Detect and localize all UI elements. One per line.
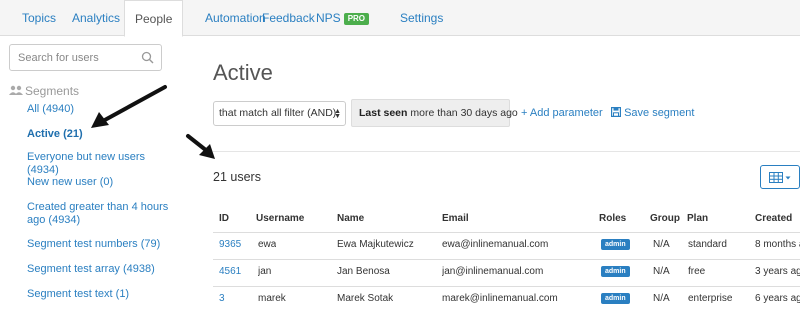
segment-created-greater[interactable]: Created greater than 4 hours ago (4934) xyxy=(27,201,177,227)
segments-heading: Segments xyxy=(9,84,79,98)
created-cell: 8 months ago xyxy=(755,239,800,250)
filter-mode-select[interactable]: that match all filter (AND) ▲ ▼ xyxy=(213,101,346,126)
role-badge: admin xyxy=(601,266,630,277)
add-parameter-label: Add parameter xyxy=(529,107,603,119)
tab-analytics[interactable]: Analytics xyxy=(72,0,120,36)
filter-parameter-chip[interactable]: Last seen more than 30 days ago xyxy=(351,99,518,127)
search-icon[interactable] xyxy=(141,51,154,64)
page-title: Active xyxy=(213,60,273,85)
email-cell: ewa@inlinemanual.com xyxy=(442,239,549,250)
group-cell: N/A xyxy=(653,293,670,304)
email-cell: marek@inlinemanual.com xyxy=(442,293,558,304)
user-id-link[interactable]: 3 xyxy=(219,287,225,311)
name-cell: Jan Benosa xyxy=(337,266,390,277)
user-search-box xyxy=(9,44,162,71)
select-caret-icon: ▲ ▼ xyxy=(334,108,341,120)
segments-heading-label: Segments xyxy=(25,84,80,98)
roles-cell: admin xyxy=(601,260,630,284)
table-row: 9365 ewa Ewa Majkutewicz ewa@inlinemanua… xyxy=(213,232,800,256)
user-id-link[interactable]: 9365 xyxy=(219,233,241,257)
filter-mode-value: that match all filter (AND) xyxy=(219,107,337,119)
created-cell: 3 years ago xyxy=(755,266,800,277)
table-columns-icon xyxy=(769,172,791,183)
email-cell: jan@inlinemanual.com xyxy=(442,266,544,277)
segment-everyone-but-new[interactable]: Everyone but new users (4934) xyxy=(27,151,177,177)
column-header-group[interactable]: Group xyxy=(650,213,680,224)
floppy-disk-icon xyxy=(611,107,622,118)
role-badge: admin xyxy=(601,293,630,304)
columns-button[interactable] xyxy=(760,165,800,189)
tab-settings[interactable]: Settings xyxy=(400,0,443,36)
username-cell: jan xyxy=(258,266,272,277)
tab-topics[interactable]: Topics xyxy=(22,0,56,36)
plan-cell: standard xyxy=(688,239,727,250)
column-header-email[interactable]: Email xyxy=(442,213,469,224)
filter-param-condition: more than 30 days ago xyxy=(407,107,518,119)
search-input[interactable] xyxy=(10,45,130,70)
table-row: 3 marek Marek Sotak marek@inlinemanual.c… xyxy=(213,286,800,310)
segment-new-new-user[interactable]: New new user (0) xyxy=(27,176,177,189)
tab-nps[interactable]: NPS PRO xyxy=(316,0,370,36)
save-segment-button[interactable]: Save segment xyxy=(611,101,694,125)
tab-automation[interactable]: Automation xyxy=(205,0,266,36)
group-cell: N/A xyxy=(653,266,670,277)
roles-cell: admin xyxy=(601,287,630,311)
plus-icon: + xyxy=(521,107,528,119)
segment-test-numbers[interactable]: Segment test numbers (79) xyxy=(27,238,177,251)
top-nav: Topics Analytics People Automation Feedb… xyxy=(0,0,800,37)
tab-people[interactable]: People xyxy=(124,0,184,37)
users-count: 21 users xyxy=(213,170,261,184)
tab-feedback[interactable]: Feedback xyxy=(262,0,315,36)
plan-cell: free xyxy=(688,266,706,277)
pro-badge: PRO xyxy=(343,13,370,25)
segment-test-text[interactable]: Segment test text (1) xyxy=(27,288,177,301)
save-segment-label: Save segment xyxy=(624,107,695,119)
tab-nps-label: NPS xyxy=(316,11,341,25)
divider xyxy=(213,151,800,152)
column-header-username[interactable]: Username xyxy=(256,213,304,224)
created-cell: 6 years ago xyxy=(755,293,800,304)
user-id-link[interactable]: 4561 xyxy=(219,260,241,284)
annotation-arrow-sidebar xyxy=(91,85,167,128)
column-header-created[interactable]: Created xyxy=(755,213,792,224)
main-content: Active that match all filter (AND) ▲ ▼ La… xyxy=(213,37,800,309)
column-header-plan[interactable]: Plan xyxy=(687,213,708,224)
username-cell: ewa xyxy=(258,239,277,250)
roles-cell: admin xyxy=(601,233,630,257)
name-cell: Marek Sotak xyxy=(337,293,394,304)
column-header-roles[interactable]: Roles xyxy=(599,213,626,224)
add-parameter-button[interactable]: + Add parameter xyxy=(521,101,603,125)
column-header-name[interactable]: Name xyxy=(337,213,364,224)
table-row: 4561 jan Jan Benosa jan@inlinemanual.com… xyxy=(213,259,800,283)
column-header-id[interactable]: ID xyxy=(219,213,229,224)
users-icon xyxy=(9,85,23,95)
segment-test-array[interactable]: Segment test array (4938) xyxy=(27,263,177,276)
name-cell: Ewa Majkutewicz xyxy=(337,239,414,250)
username-cell: marek xyxy=(258,293,286,304)
plan-cell: enterprise xyxy=(688,293,733,304)
group-cell: N/A xyxy=(653,239,670,250)
filter-param-field: Last seen xyxy=(359,107,408,119)
sidebar: Segments All (4940) Active (21) Everyone… xyxy=(0,37,185,309)
role-badge: admin xyxy=(601,239,630,250)
